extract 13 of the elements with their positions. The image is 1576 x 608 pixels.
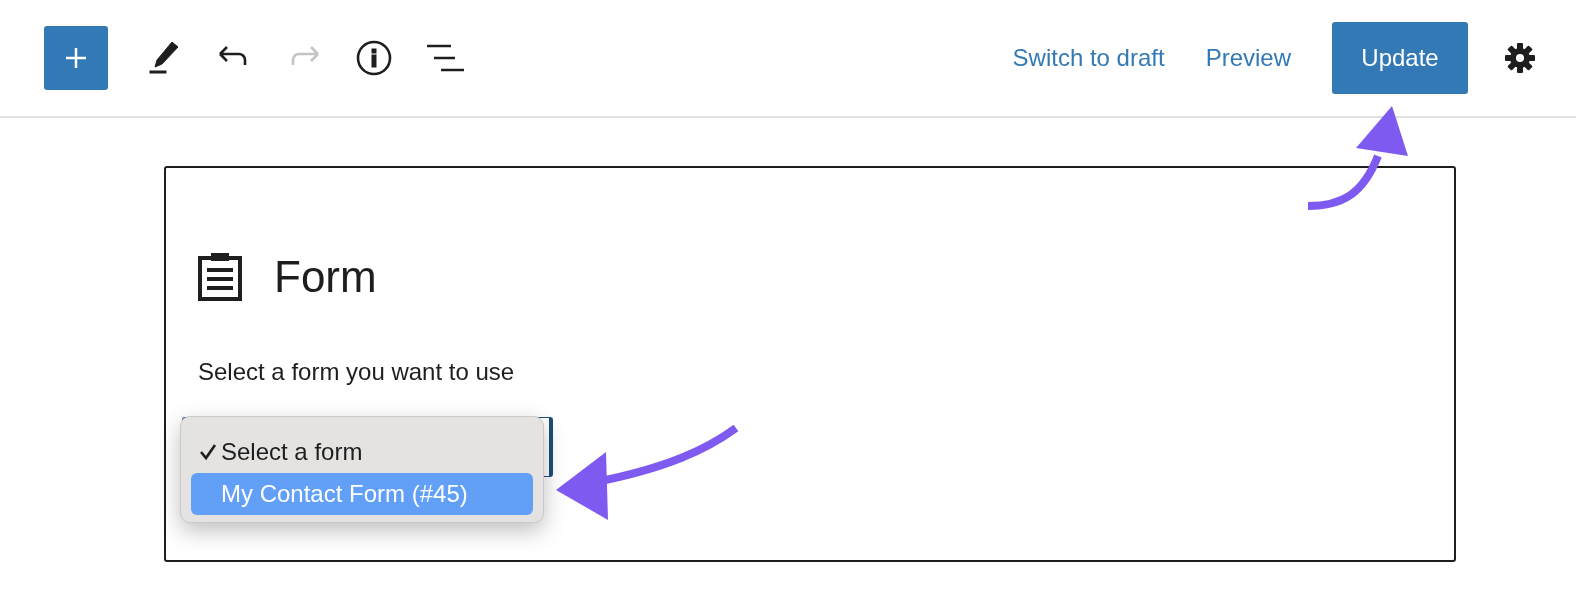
header-link[interactable]: Switch to draft (1012, 44, 1165, 72)
dropdown-option[interactable]: Select a form (191, 431, 533, 473)
block-title: Form (274, 252, 377, 302)
block-description: Select a form you want to use (198, 358, 516, 386)
checkmark-icon (199, 443, 217, 461)
header-link[interactable]: Preview (1205, 44, 1291, 72)
plus-icon (64, 46, 88, 70)
info-icon[interactable] (356, 40, 392, 76)
list-view-icon[interactable] (426, 43, 464, 73)
settings-icon[interactable] (1504, 42, 1536, 74)
clipboard-icon (198, 253, 242, 301)
update-button[interactable]: Update (1332, 22, 1468, 94)
dropdown-option[interactable]: My Contact Form (#45) (191, 473, 533, 515)
